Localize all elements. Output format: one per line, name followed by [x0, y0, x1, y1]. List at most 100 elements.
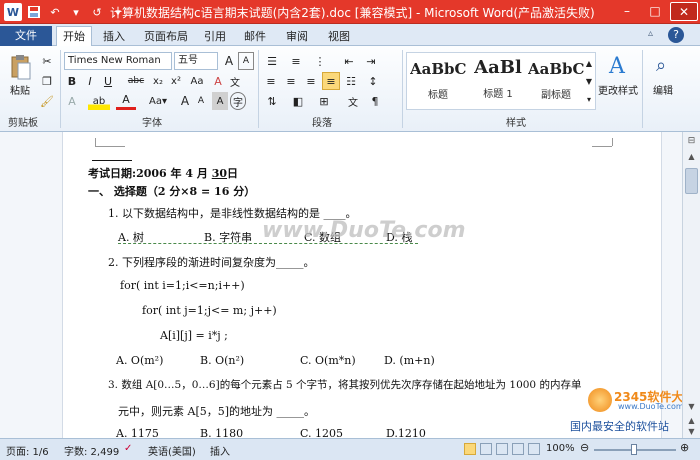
language-indicator[interactable]: 英语(美国) — [148, 443, 196, 458]
underline-button[interactable]: U — [100, 72, 116, 90]
paste-button[interactable]: 粘贴 — [10, 82, 30, 97]
editing-button[interactable]: 编辑 — [648, 82, 678, 97]
grow-font-icon[interactable]: A — [220, 52, 238, 70]
change-case-aa-button[interactable]: Aa▾ — [146, 92, 170, 110]
styles-group-label: 样式 — [506, 118, 526, 129]
tab-references[interactable]: 引用 — [198, 27, 232, 46]
decrease-indent-icon[interactable]: ⇤ — [340, 52, 358, 70]
zoom-slider-thumb[interactable] — [631, 444, 637, 455]
scroll-up-icon[interactable]: ▲ — [685, 152, 698, 165]
ruler-toggle-icon[interactable]: ⊟ — [685, 136, 698, 149]
increase-indent-icon[interactable]: ⇥ — [362, 52, 380, 70]
draft-view-icon[interactable] — [528, 443, 540, 455]
copy-icon[interactable]: ❐ — [38, 72, 56, 90]
char-shading-button[interactable]: A — [212, 92, 228, 110]
undo-icon[interactable]: ↶ — [46, 3, 64, 21]
shrink-font-button[interactable]: A — [194, 92, 208, 110]
styles-scroll-down-icon[interactable]: ▼ — [584, 72, 594, 90]
tab-page-layout[interactable]: 页面布局 — [138, 27, 194, 46]
italic-button[interactable]: I — [82, 72, 98, 90]
zoom-in-icon[interactable]: ⊕ — [680, 441, 689, 454]
code-line-1: for( int i=1;i<=n;i++) — [120, 279, 245, 292]
title-bar: W ↶ ▾ ↺ ▾ 计算机数据结构c语言期末试题(内含2套).doc [兼容模式… — [0, 0, 700, 24]
change-styles-button[interactable]: 更改样式 — [596, 82, 640, 97]
line-spacing-icon[interactable]: ↕ — [364, 72, 382, 90]
insert-mode[interactable]: 插入 — [210, 443, 230, 458]
cut-icon[interactable]: ✂ — [38, 52, 56, 70]
style-heading1[interactable]: AaBl 标题 1 — [470, 56, 526, 108]
font-color-button[interactable]: A — [116, 92, 136, 110]
superscript-button[interactable]: x² — [168, 72, 184, 90]
proofing-icon[interactable]: ✓ — [124, 443, 132, 454]
help-icon[interactable]: ? — [668, 27, 684, 43]
enclose-chars-button[interactable]: 字 — [230, 92, 246, 110]
find-binoculars-icon[interactable]: ⌕ — [648, 52, 674, 78]
full-screen-view-icon[interactable] — [480, 443, 492, 455]
bullets-icon[interactable]: ☰ — [262, 52, 282, 70]
page-count[interactable]: 页面: 1/6 — [6, 443, 49, 458]
strikethrough-button[interactable]: abc — [124, 72, 148, 90]
customize-icon[interactable]: ▾ — [67, 3, 85, 21]
font-name-select[interactable]: Times New Roman — [64, 52, 172, 70]
page-corner-mark — [612, 138, 613, 146]
phonetic-guide-icon[interactable]: 文 — [228, 72, 242, 90]
prev-page-icon[interactable]: ▲ — [685, 416, 698, 426]
styles-more-icon[interactable]: ▾ — [584, 90, 594, 108]
char-border-icon[interactable]: A — [238, 52, 254, 70]
align-right-icon[interactable]: ≡ — [302, 72, 320, 90]
scroll-thumb[interactable] — [685, 168, 698, 194]
web-layout-view-icon[interactable] — [496, 443, 508, 455]
format-painter-icon[interactable]: 🖌 — [38, 92, 56, 110]
tab-insert[interactable]: 插入 — [96, 27, 132, 46]
change-case-button[interactable]: Aa — [188, 72, 206, 90]
tab-file[interactable]: 文件 — [0, 26, 52, 46]
save-icon[interactable] — [25, 3, 43, 21]
align-center-icon[interactable]: ≡ — [282, 72, 300, 90]
watermark-text: www.DuoTe.com — [262, 218, 466, 243]
paste-icon[interactable] — [8, 52, 34, 82]
word-logo-icon[interactable]: W — [4, 3, 22, 21]
text-effects-icon[interactable]: A — [64, 92, 80, 110]
style-title[interactable]: AaBbC 标题 — [410, 56, 466, 108]
exam-date-line: 考试日期:2006 年 4 月 30日 — [88, 165, 238, 181]
clear-format-icon[interactable]: A — [210, 72, 226, 90]
ribbon-minimize-icon[interactable]: ▵ — [648, 28, 662, 42]
shading-icon[interactable]: ◧ — [288, 92, 308, 110]
redo-icon[interactable]: ↺ — [88, 3, 106, 21]
numbering-icon[interactable]: ≡ — [286, 52, 306, 70]
maximize-button[interactable]: □ — [642, 2, 668, 21]
tab-mailings[interactable]: 邮件 — [238, 27, 272, 46]
vertical-scrollbar[interactable]: ⊟ ▲ ▼ ▲ ▼ — [682, 132, 700, 438]
show-marks-icon[interactable]: ¶ — [366, 92, 384, 110]
day-unit: 日 — [227, 167, 239, 180]
change-styles-icon[interactable]: A — [604, 52, 630, 80]
borders-icon[interactable]: ⊞ — [314, 92, 334, 110]
grow-font-button[interactable]: A — [178, 92, 192, 110]
style-subtitle[interactable]: AaBbC 副标题 — [528, 56, 584, 108]
minimize-button[interactable]: – — [614, 2, 640, 21]
q2-option-a: A. O(m²) — [116, 354, 164, 367]
tab-home[interactable]: 开始 — [56, 26, 92, 46]
zoom-out-icon[interactable]: ⊖ — [580, 441, 589, 454]
tab-review[interactable]: 审阅 — [280, 27, 314, 46]
q2-option-c: C. O(m*n) — [300, 354, 356, 367]
font-size-select[interactable]: 五号 — [174, 52, 218, 70]
styles-scroll-up-icon[interactable]: ▲ — [584, 54, 594, 72]
subscript-button[interactable]: x₂ — [150, 72, 166, 90]
word-count[interactable]: 字数: 2,499 — [64, 443, 119, 458]
distributed-icon[interactable]: ☷ — [342, 72, 360, 90]
close-button[interactable]: ✕ — [670, 2, 698, 21]
align-left-icon[interactable]: ≡ — [262, 72, 280, 90]
print-layout-view-icon[interactable] — [464, 443, 476, 455]
zoom-level[interactable]: 100% — [546, 443, 575, 454]
bold-button[interactable]: B — [64, 72, 80, 90]
multilevel-list-icon[interactable]: ⋮ — [310, 52, 330, 70]
sort-icon[interactable]: ⇅ — [262, 92, 282, 110]
tab-view[interactable]: 视图 — [322, 27, 356, 46]
outline-view-icon[interactable] — [512, 443, 524, 455]
next-page-icon[interactable]: ▼ — [685, 427, 698, 437]
justify-icon[interactable]: ≡ — [322, 72, 340, 90]
chinese-layout-icon[interactable]: 文 — [344, 92, 362, 110]
highlight-button[interactable]: ab — [88, 92, 110, 110]
scroll-down-icon[interactable]: ▼ — [685, 402, 698, 412]
